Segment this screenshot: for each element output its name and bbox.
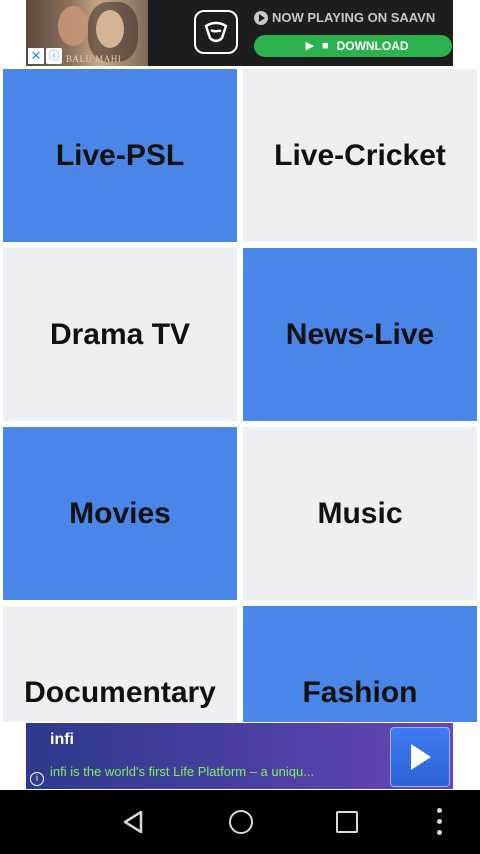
back-icon[interactable]: [121, 809, 147, 835]
windows-icon: ■: [321, 39, 329, 52]
bottom-banner-ad[interactable]: infi infi is the world's first Life Plat…: [26, 723, 453, 789]
now-playing-label: NOW PLAYING ON SAAVN: [272, 10, 436, 25]
tile-live-cricket[interactable]: Live-Cricket: [243, 69, 477, 242]
navigation-bar: [0, 790, 480, 854]
home-icon[interactable]: [229, 810, 253, 834]
tile-label: Drama TV: [49, 317, 191, 351]
ad-title: infi: [50, 731, 74, 748]
tile-fashion[interactable]: Fashion: [243, 606, 477, 722]
tile-label: Documentary: [24, 676, 216, 709]
category-grid: Live-PSL Live-Cricket Drama TV News-Live…: [0, 66, 480, 722]
tile-live-psl[interactable]: Live-PSL: [3, 69, 237, 242]
tile-label: Music: [317, 496, 403, 530]
tile-news-live[interactable]: News-Live: [243, 248, 477, 421]
tile-label: News-Live: [285, 317, 435, 351]
download-button[interactable]: ▶ ■ DOWNLOAD: [254, 35, 452, 57]
ad-close-icon[interactable]: ✕: [28, 48, 44, 64]
overflow-menu-icon[interactable]: [434, 808, 444, 838]
tile-label: Live-PSL: [55, 138, 185, 172]
recents-icon[interactable]: [336, 811, 358, 833]
now-playing-text: NOW PLAYING ON SAAVN: [254, 10, 435, 25]
tile-label: Live-Cricket: [274, 138, 446, 172]
tile-drama-tv[interactable]: Drama TV: [3, 248, 237, 421]
tile-music[interactable]: Music: [243, 427, 477, 600]
tile-movies[interactable]: Movies: [3, 427, 237, 600]
ad-info-icon[interactable]: ⓘ: [46, 48, 62, 64]
ad-description: infi is the world's first Life Platform …: [50, 764, 315, 779]
saavn-logo-icon: [194, 10, 238, 54]
ad-caption: BALU MAHI: [66, 54, 122, 64]
ad-info-icon[interactable]: i: [30, 772, 44, 786]
tile-label: Fashion: [302, 676, 418, 709]
play-circle-icon: [254, 10, 268, 25]
ad-arrow-button[interactable]: [390, 727, 450, 787]
download-label: DOWNLOAD: [336, 39, 409, 53]
play-store-icon: ▶: [305, 39, 314, 52]
tile-documentary[interactable]: Documentary: [3, 606, 237, 722]
top-banner-ad[interactable]: ✕ ⓘ BALU MAHI NOW PLAYING ON SAAVN ▶ ■ D…: [26, 0, 453, 66]
tile-label: Movies: [69, 496, 171, 530]
